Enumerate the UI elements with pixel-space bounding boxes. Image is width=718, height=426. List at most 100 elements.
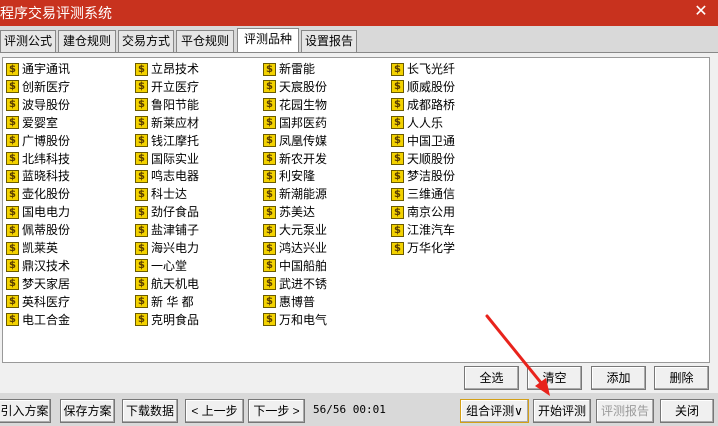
dollar-icon: $ — [391, 98, 404, 112]
stock-name: 三维通信 — [407, 187, 456, 202]
stock-item[interactable]: $ 成都路桥 — [391, 96, 455, 114]
dollar-icon: $ — [6, 169, 19, 183]
save-scheme-button[interactable]: 保存方案 — [60, 399, 115, 423]
add-button[interactable]: 添加 — [591, 366, 646, 390]
stock-item[interactable]: $ 通宇通讯 — [6, 60, 70, 78]
stock-item[interactable]: $ 国电电力 — [6, 203, 70, 221]
stock-item[interactable]: $ 凯莱英 — [6, 239, 58, 257]
stock-item[interactable]: $ 万华化学 — [391, 239, 455, 257]
select-all-button[interactable]: 全选 — [464, 366, 519, 390]
prev-step-button[interactable]: < 上一步 — [185, 399, 244, 423]
stock-name: 鸣志电器 — [151, 169, 200, 184]
dollar-icon: $ — [6, 152, 19, 165]
stock-item[interactable]: $ 蓝晓科技 — [6, 167, 70, 185]
combo-evaluate-dropdown[interactable]: 组合评测∨ — [460, 399, 529, 423]
tab-open-rules[interactable]: 建仓规则 — [58, 30, 116, 52]
stock-item[interactable]: $ 壶化股份 — [6, 185, 70, 203]
dollar-icon: $ — [135, 134, 148, 148]
evaluation-report-button[interactable]: 评测报告 — [596, 399, 654, 423]
next-step-button[interactable]: 下一步 > — [248, 399, 305, 423]
stock-item[interactable]: $ 科士达 — [135, 185, 187, 203]
stock-item[interactable]: $ 英科医疗 — [6, 293, 70, 311]
stock-item[interactable]: $ 长飞光纤 — [391, 60, 455, 78]
stock-item[interactable]: $ 人人乐 — [391, 114, 443, 132]
stock-name: 爱婴室 — [22, 115, 59, 130]
stock-name: 劲仔食品 — [151, 205, 200, 220]
stock-item[interactable]: $ 大元泵业 — [263, 221, 327, 239]
stock-item[interactable]: $ 花园生物 — [263, 96, 327, 114]
stock-item[interactable]: $ 三维通信 — [391, 185, 455, 203]
tab-close-rules[interactable]: 平仓规则 — [176, 30, 234, 52]
close-button[interactable]: 关闭 — [660, 399, 714, 423]
stock-item[interactable]: $ 新雷能 — [263, 60, 315, 78]
tab-report-settings[interactable]: 设置报告 — [301, 30, 357, 52]
stock-item[interactable]: $ 创新医疗 — [6, 78, 70, 96]
stock-item[interactable]: $ 梦天家居 — [6, 275, 70, 293]
stock-item[interactable]: $ 克明食品 — [135, 311, 199, 329]
dollar-icon: $ — [6, 205, 19, 219]
stock-item[interactable]: $ 天顺股份 — [391, 150, 455, 168]
stock-name: 苏美达 — [279, 205, 316, 220]
stock-item[interactable]: $ 北纬科技 — [6, 150, 70, 168]
stock-name: 科士达 — [151, 187, 188, 202]
dollar-icon: $ — [6, 62, 19, 76]
clear-button[interactable]: 清空 — [527, 366, 582, 390]
dollar-icon: $ — [135, 295, 148, 309]
stock-item[interactable]: $ 新 华 都 — [135, 293, 194, 311]
stock-item[interactable]: $ 国际实业 — [135, 150, 199, 168]
stock-list[interactable]: $ 通宇通讯 $ 创新医疗 $ 波导股份 $ 爱婴室 $ 广博股份 $ 北纬科技 $ 蓝晓科技 $ 壶化股份 $… — [2, 57, 710, 363]
stock-item[interactable]: $ 利安隆 — [263, 167, 315, 185]
stock-item[interactable]: $ 武进不锈 — [263, 275, 327, 293]
stock-item[interactable]: $ 开立医疗 — [135, 78, 199, 96]
dollar-icon: $ — [6, 295, 19, 309]
stock-item[interactable]: $ 波导股份 — [6, 96, 70, 114]
stock-item[interactable]: $ 新莱应材 — [135, 114, 199, 132]
stock-name: 长飞光纤 — [407, 62, 456, 76]
stock-item[interactable]: $ 鼎汉技术 — [6, 257, 70, 275]
start-evaluate-button[interactable]: 开始评测 — [533, 399, 591, 423]
stock-item[interactable]: $ 苏美达 — [263, 203, 315, 221]
stock-item[interactable]: $ 立昂技术 — [135, 60, 199, 78]
dollar-icon: $ — [263, 134, 276, 148]
dollar-icon: $ — [6, 241, 19, 255]
stock-name: 梦洁股份 — [407, 169, 456, 184]
stock-item[interactable]: $ 海兴电力 — [135, 239, 199, 257]
import-scheme-button[interactable]: 引入方案 — [0, 399, 51, 423]
stock-item[interactable]: $ 电工合金 — [6, 311, 70, 329]
stock-item[interactable]: $ 劲仔食品 — [135, 203, 199, 221]
stock-item[interactable]: $ 南京公用 — [391, 203, 455, 221]
stock-item[interactable]: $ 江淮汽车 — [391, 221, 455, 239]
download-data-button[interactable]: 下载数据 — [122, 399, 178, 423]
stock-item[interactable]: $ 鸣志电器 — [135, 167, 199, 185]
stock-item[interactable]: $ 梦洁股份 — [391, 167, 455, 185]
stock-item[interactable]: $ 广博股份 — [6, 132, 70, 150]
stock-item[interactable]: $ 新农开发 — [263, 150, 327, 168]
stock-item[interactable]: $ 鲁阳节能 — [135, 96, 199, 114]
stock-item[interactable]: $ 天宸股份 — [263, 78, 327, 96]
tab-instruments[interactable]: 评测品种 — [237, 28, 299, 52]
tab-trade-mode[interactable]: 交易方式 — [118, 30, 174, 52]
stock-item[interactable]: $ 新潮能源 — [263, 185, 327, 203]
window-title: 程序交易评测系统 — [0, 5, 112, 21]
stock-item[interactable]: $ 佩蒂股份 — [6, 221, 70, 239]
dollar-icon: $ — [135, 277, 148, 291]
stock-name: 电工合金 — [22, 312, 71, 327]
stock-item[interactable]: $ 国邦医药 — [263, 114, 327, 132]
delete-button[interactable]: 删除 — [654, 366, 709, 390]
stock-item[interactable]: $ 航天机电 — [135, 275, 199, 293]
stock-name: 天宸股份 — [279, 79, 328, 94]
stock-item[interactable]: $ 一心堂 — [135, 257, 187, 275]
title-bar: 程序交易评测系统 ✕ — [0, 0, 718, 26]
close-icon[interactable]: ✕ — [692, 2, 710, 22]
stock-item[interactable]: $ 万和电气 — [263, 311, 327, 329]
stock-item[interactable]: $ 凤凰传媒 — [263, 132, 327, 150]
stock-item[interactable]: $ 顺威股份 — [391, 78, 455, 96]
tab-formula[interactable]: 评测公式 — [0, 30, 56, 52]
stock-item[interactable]: $ 钱江摩托 — [135, 132, 199, 150]
stock-item[interactable]: $ 鸿达兴业 — [263, 239, 327, 257]
stock-item[interactable]: $ 中国卫通 — [391, 132, 455, 150]
stock-item[interactable]: $ 盐津铺子 — [135, 221, 199, 239]
stock-item[interactable]: $ 惠博普 — [263, 293, 315, 311]
stock-item[interactable]: $ 中国船舶 — [263, 257, 327, 275]
stock-item[interactable]: $ 爱婴室 — [6, 114, 58, 132]
